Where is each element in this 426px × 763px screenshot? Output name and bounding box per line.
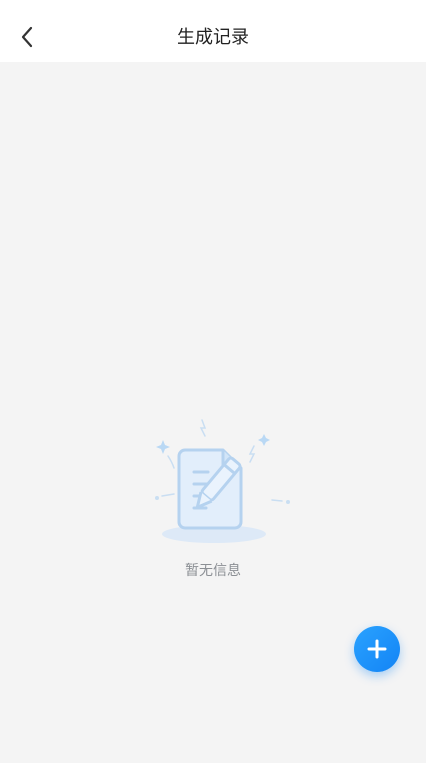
plus-icon — [367, 639, 387, 659]
empty-state-message: 暂无信息 — [185, 563, 241, 579]
top-bar: 生成记录 — [0, 0, 426, 62]
add-record-button[interactable] — [354, 626, 400, 672]
document-edit-icon — [155, 419, 290, 543]
